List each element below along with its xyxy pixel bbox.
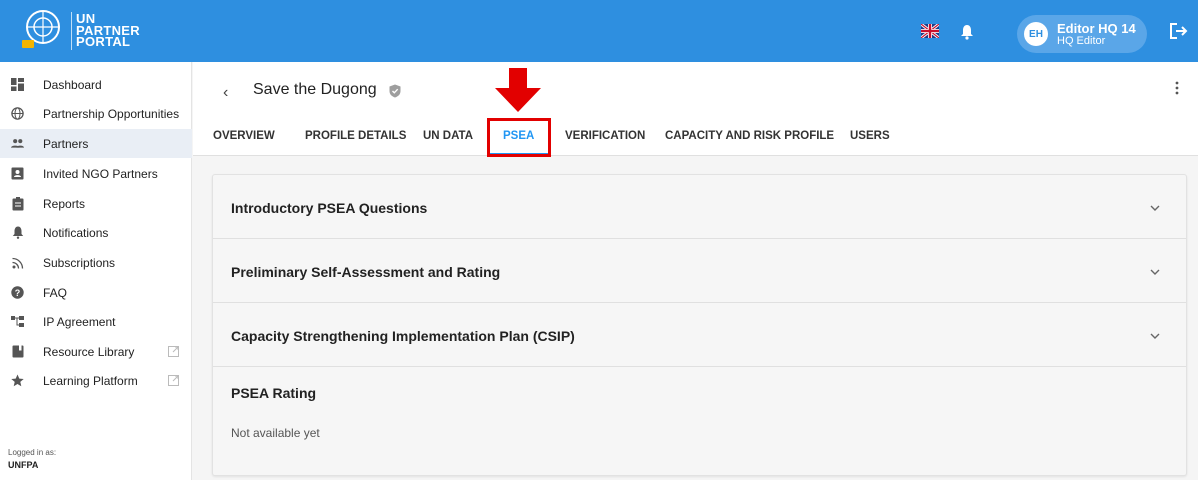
user-avatar: EH — [1024, 22, 1048, 46]
sidebar: Dashboard Partnership Opportunities Part… — [0, 62, 192, 480]
sidebar-item-label: FAQ — [43, 285, 68, 300]
contact-card-icon — [11, 167, 24, 180]
accordion-title: Capacity Strengthening Implementation Pl… — [231, 328, 575, 344]
brand-title[interactable]: UN PARTNER PORTAL — [76, 12, 140, 49]
brand-line-3: PORTAL — [76, 34, 131, 49]
tab-overview[interactable]: OVERVIEW — [213, 130, 275, 142]
sidebar-item-learning-platform[interactable]: Learning Platform — [0, 366, 192, 395]
sidebar-item-invited-ngo-partners[interactable]: Invited NGO Partners — [0, 159, 192, 188]
sidebar-item-partnership-opportunities[interactable]: Partnership Opportunities — [0, 99, 192, 128]
sidebar-item-label: Reports — [43, 196, 86, 211]
sidebar-item-resource-library[interactable]: Resource Library — [0, 337, 192, 366]
user-menu-chip[interactable]: EH Editor HQ 14 HQ Editor — [1017, 15, 1147, 53]
chevron-down-icon[interactable] — [1149, 268, 1161, 276]
logged-in-org: UNFPA — [8, 460, 39, 470]
top-bar: UN PARTNER PORTAL EH Editor HQ 14 HQ Edi… — [0, 0, 1198, 62]
dashboard-icon — [11, 78, 24, 91]
sidebar-item-label: IP Agreement — [43, 314, 116, 329]
tab-un-data[interactable]: UN DATA — [423, 130, 473, 142]
sidebar-item-label: Learning Platform — [43, 373, 138, 388]
star-icon — [11, 374, 24, 387]
sidebar-item-label: Invited NGO Partners — [43, 166, 158, 181]
sidebar-item-faq[interactable]: ? FAQ — [0, 278, 192, 307]
tab-verification[interactable]: VERIFICATION — [565, 130, 645, 142]
sidebar-item-subscriptions[interactable]: Subscriptions — [0, 248, 192, 277]
book-icon — [11, 345, 24, 358]
notifications-bell-icon[interactable] — [960, 24, 974, 40]
sidebar-item-notifications[interactable]: Notifications — [0, 218, 192, 247]
bell-icon — [11, 226, 24, 239]
psea-card: Introductory PSEA Questions Preliminary … — [212, 174, 1187, 476]
logout-icon[interactable] — [1170, 23, 1188, 39]
page-title: Save the Dugong — [253, 81, 377, 98]
logged-in-label: Logged in as: — [8, 448, 57, 457]
sidebar-item-label: Partnership Opportunities — [43, 106, 180, 121]
un-logo-icon[interactable] — [18, 8, 68, 52]
tab-profile-details[interactable]: PROFILE DETAILS — [305, 130, 406, 142]
psea-tab-highlight — [487, 118, 551, 157]
accordion-csip[interactable]: Capacity Strengthening Implementation Pl… — [213, 303, 1186, 367]
chevron-down-icon[interactable] — [1149, 332, 1161, 340]
people-icon — [11, 137, 24, 150]
sidebar-item-reports[interactable]: Reports — [0, 189, 192, 218]
external-link-icon[interactable] — [168, 346, 179, 357]
sidebar-item-label: Subscriptions — [43, 255, 116, 270]
sidebar-item-label: Notifications — [43, 225, 109, 240]
accordion-preliminary-self-assessment[interactable]: Preliminary Self-Assessment and Rating — [213, 239, 1186, 303]
partner-header: ‹ Save the Dugong OVERVIEW PROFILE DETAI… — [193, 62, 1198, 157]
tab-capacity-and-risk-profile[interactable]: CAPACITY AND RISK PROFILE — [665, 130, 834, 142]
sidebar-item-label: Dashboard — [43, 77, 102, 92]
rss-icon — [11, 256, 24, 269]
accordion-title: Preliminary Self-Assessment and Rating — [231, 264, 501, 280]
globe-icon — [11, 107, 24, 120]
tab-users[interactable]: USERS — [850, 130, 890, 142]
back-arrow-icon[interactable]: ‹ — [223, 84, 228, 102]
sidebar-item-label: Resource Library — [43, 344, 135, 359]
sidebar-item-partners[interactable]: Partners — [0, 129, 192, 158]
psea-rating-value: Not available yet — [231, 426, 320, 440]
user-role: HQ Editor — [1057, 35, 1106, 47]
accordion-title: Introductory PSEA Questions — [231, 200, 428, 216]
hierarchy-icon — [11, 315, 24, 328]
sidebar-item-dashboard[interactable]: Dashboard — [0, 70, 192, 99]
help-icon: ? — [11, 286, 24, 299]
chevron-down-icon[interactable] — [1149, 204, 1161, 212]
more-options-icon[interactable] — [1175, 81, 1179, 95]
user-name: Editor HQ 14 — [1057, 21, 1136, 36]
accordion-introductory-psea-questions[interactable]: Introductory PSEA Questions — [213, 175, 1186, 239]
svg-text:?: ? — [15, 288, 21, 298]
external-link-icon[interactable] — [168, 375, 179, 386]
brand-divider — [71, 12, 72, 50]
sidebar-item-ip-agreement[interactable]: IP Agreement — [0, 307, 192, 336]
uk-flag-icon[interactable] — [921, 24, 939, 38]
sidebar-item-label: Partners — [43, 136, 89, 151]
clipboard-icon — [11, 196, 24, 210]
psea-rating-title: PSEA Rating — [231, 385, 317, 401]
red-down-arrow-icon — [495, 68, 541, 112]
verified-shield-icon — [389, 84, 401, 98]
